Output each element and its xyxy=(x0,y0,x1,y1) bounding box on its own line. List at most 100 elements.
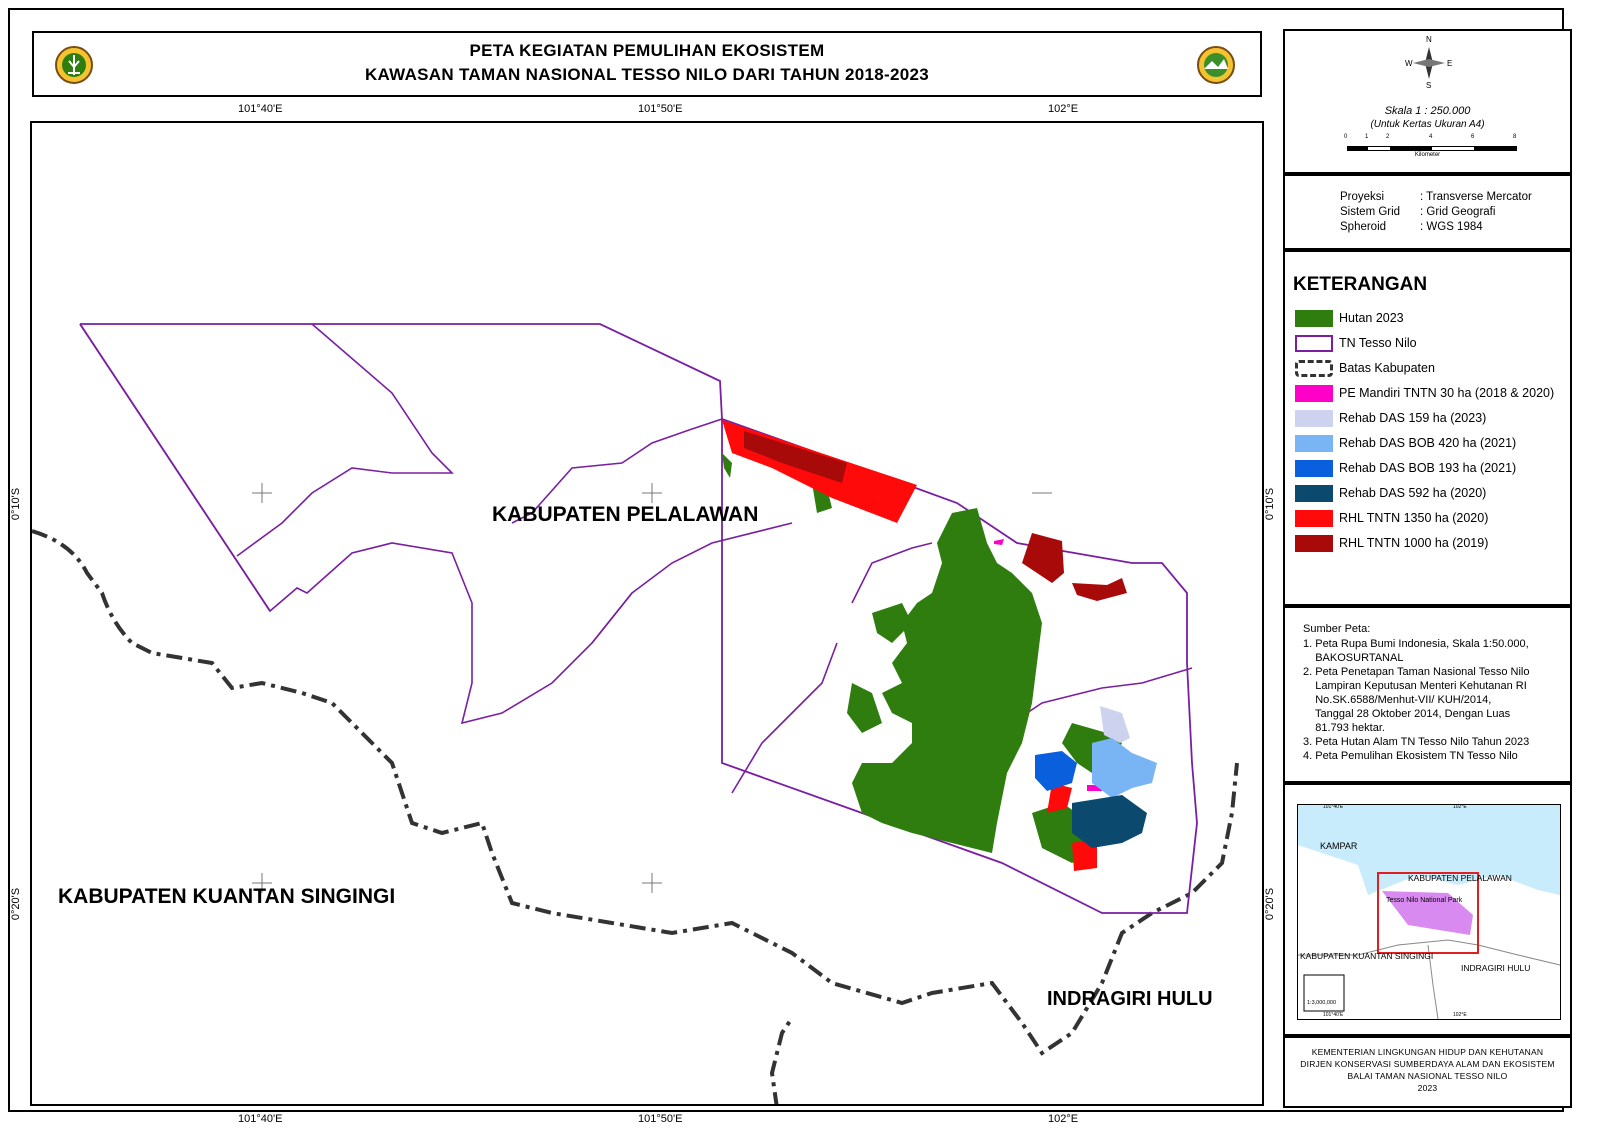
scale-tick: 0 xyxy=(1344,134,1348,140)
legend-label: Rehab DAS 159 ha (2023) xyxy=(1339,411,1487,425)
compass-w: W xyxy=(1405,59,1413,68)
rehab-das-bob-193-area xyxy=(1035,751,1077,791)
legend-item: Rehab DAS BOB 193 ha (2021) xyxy=(1295,458,1516,478)
legend-label: Rehab DAS BOB 420 ha (2021) xyxy=(1339,436,1517,450)
legend-item: Rehab DAS 592 ha (2020) xyxy=(1295,483,1486,503)
legend-swatch xyxy=(1295,509,1333,527)
legend-label: Hutan 2023 xyxy=(1339,311,1404,325)
label-indragiri-hulu: INDRAGIRI HULU xyxy=(1047,988,1213,1010)
inset-tick: 102°E xyxy=(1453,804,1467,810)
grid-tick-left: 0°10'S xyxy=(10,487,22,521)
grid-tick-left: 0°20'S xyxy=(10,887,22,921)
legend-label: Batas Kabupaten xyxy=(1339,361,1435,375)
label-kuantan-singingi: KABUPATEN KUANTAN SINGINGI xyxy=(58,885,396,908)
institution-panel: KEMENTERIAN LINGKUNGAN HIDUP DAN KEHUTAN… xyxy=(1283,1036,1572,1108)
legend-label: RHL TNTN 1350 ha (2020) xyxy=(1339,511,1489,525)
source-line: Lampiran Keputusan Menteri Kehutanan RI xyxy=(1303,680,1527,692)
source-line: No.SK.6588/Menhut-VII/ KUH/2014, xyxy=(1303,694,1492,706)
inset-label-park: Tesso Nilo National Park xyxy=(1386,897,1463,904)
scale-panel: N S W E Skala 1 : 250.000 (Untuk Kertas … xyxy=(1283,29,1572,174)
title-line-1: PETA KEGIATAN PEMULIHAN EKOSISTEM xyxy=(469,41,825,60)
grid-tick-bottom: 101°50'E xyxy=(638,1113,683,1125)
title-panel: PETA KEGIATAN PEMULIHAN EKOSISTEM KAWASA… xyxy=(32,31,1262,97)
scale-tick: 8 xyxy=(1513,134,1517,140)
projection-row: Proyeksi: Transverse Mercator xyxy=(1340,191,1532,203)
source-line: 1. Peta Rupa Bumi Indonesia, Skala 1:50.… xyxy=(1303,638,1529,650)
grid-tick-bottom: 102°E xyxy=(1048,1113,1079,1125)
main-map[interactable]: KABUPATEN PELALAWAN KABUPATEN KUANTAN SI… xyxy=(30,121,1264,1106)
inset-panel: KAMPAR KABUPATEN PELALAWAN Tesso Nilo Na… xyxy=(1283,783,1572,1036)
scale-tick: 2 xyxy=(1386,134,1390,140)
compass-s: S xyxy=(1426,81,1432,90)
map-canvas xyxy=(32,323,1239,1104)
source-line: 81.793 hektar. xyxy=(1303,722,1385,734)
scale-tick: 4 xyxy=(1429,134,1433,140)
legend-item: RHL TNTN 1000 ha (2019) xyxy=(1295,533,1488,553)
rhl-1000-area xyxy=(744,431,1127,601)
legend-label: Rehab DAS BOB 193 ha (2021) xyxy=(1339,461,1517,475)
legend-panel: KETERANGAN Hutan 2023 TN Tesso Nilo Batas … xyxy=(1283,250,1572,606)
scale-bar xyxy=(1347,146,1517,151)
grid-tick-top: 101°40'E xyxy=(238,103,283,115)
inset-label-indragiri: INDRAGIRI HULU xyxy=(1461,963,1531,973)
legend-item: RHL TNTN 1350 ha (2020) xyxy=(1295,508,1488,528)
source-line: Tanggal 28 Oktober 2014, Dengan Luas xyxy=(1303,708,1511,720)
title-line-2: KAWASAN TAMAN NASIONAL TESSO NILO DARI T… xyxy=(364,65,930,84)
scale-paper-note: (Untuk Kertas Ukuran A4) xyxy=(1370,119,1485,130)
compass-n: N xyxy=(1426,35,1432,44)
grid-tick-top: 102°E xyxy=(1048,103,1079,115)
projection-panel: Proyeksi: Transverse Mercator Sistem Gri… xyxy=(1283,174,1572,250)
legend-title: KETERANGAN xyxy=(1293,274,1428,295)
inset-scale: 1:3,000,000 xyxy=(1307,1000,1337,1006)
district-boundary-line xyxy=(769,1016,794,1104)
grid-tick-bottom: 101°40'E xyxy=(238,1113,283,1125)
source-line: 3. Peta Hutan Alam TN Tesso Nilo Tahun 2… xyxy=(1303,736,1530,748)
grid-system-row: Sistem Grid: Grid Geografi xyxy=(1340,206,1496,218)
source-line: BAKOSURTANAL xyxy=(1303,652,1404,664)
grid-tick-top: 101°50'E xyxy=(638,103,683,115)
compass-e: E xyxy=(1447,59,1453,68)
scale-tick: 1 xyxy=(1365,134,1369,140)
legend-item: Hutan 2023 xyxy=(1295,308,1404,328)
inset-label-kampar: KAMPAR xyxy=(1320,841,1358,851)
sources-title: Sumber Peta: xyxy=(1303,623,1371,635)
institution-line: BALAI TAMAN NASIONAL TESSO NILO xyxy=(1347,1071,1508,1081)
legend-swatch xyxy=(1295,409,1333,427)
inset-map[interactable]: KAMPAR KABUPATEN PELALAWAN Tesso Nilo Na… xyxy=(1297,804,1561,1020)
rehab-das-592-area xyxy=(1072,795,1147,848)
legend-label: TN Tesso Nilo xyxy=(1339,336,1417,350)
scale-unit: Kilometer xyxy=(1414,152,1441,158)
inset-label-pelalawan: KABUPATEN PELALAWAN xyxy=(1408,873,1512,883)
legend-swatch xyxy=(1295,359,1333,377)
inset-tick: 102°E xyxy=(1453,1012,1467,1018)
grid-tick-right: 0°10'S xyxy=(1264,487,1276,521)
inset-tick: 101°40'E xyxy=(1323,1012,1344,1018)
legend-item: Batas Kabupaten xyxy=(1295,358,1435,378)
inset-canvas xyxy=(1298,845,1560,1019)
institution-line: DIRJEN KONSERVASI SUMBERDAYA ALAM DAN EK… xyxy=(1300,1059,1555,1069)
legend-swatch xyxy=(1295,384,1333,402)
legend-item: Rehab DAS 159 ha (2023) xyxy=(1295,408,1486,428)
label-pelalawan: KABUPATEN PELALAWAN xyxy=(492,503,759,526)
legend-label: RHL TNTN 1000 ha (2019) xyxy=(1339,536,1489,550)
legend-item: PE Mandiri TNTN 30 ha (2018 & 2020) xyxy=(1295,383,1554,403)
legend-item: TN Tesso Nilo xyxy=(1295,333,1417,353)
compass-icon: N S W E xyxy=(1405,35,1453,91)
inset-tick: 101°40'E xyxy=(1323,804,1344,810)
rehab-das-bob-420-area xyxy=(1092,738,1157,798)
park-logo-icon xyxy=(1196,45,1236,85)
legend-swatch xyxy=(1295,309,1333,327)
institution-line: 2023 xyxy=(1417,1083,1438,1093)
source-line: 4. Peta Pemulihan Ekosistem TN Tesso Nil… xyxy=(1303,750,1518,762)
legend-swatch xyxy=(1295,484,1333,502)
source-line: 2. Peta Penetapan Taman Nasional Tesso N… xyxy=(1303,666,1530,678)
legend-swatch xyxy=(1295,534,1333,552)
inset-label-kuantan: KABUPATEN KUANTAN SINGINGI xyxy=(1300,951,1434,961)
grid-tick-right: 0°20'S xyxy=(1264,887,1276,921)
scale-ratio: Skala 1 : 250.000 xyxy=(1384,105,1471,117)
institution-line: KEMENTERIAN LINGKUNGAN HIDUP DAN KEHUTAN… xyxy=(1311,1047,1544,1057)
legend-label: PE Mandiri TNTN 30 ha (2018 & 2020) xyxy=(1339,386,1555,400)
legend-swatch xyxy=(1295,459,1333,477)
legend-label: Rehab DAS 592 ha (2020) xyxy=(1339,486,1487,500)
sources-panel: Sumber Peta: 1. Peta Rupa Bumi Indonesia… xyxy=(1283,606,1572,783)
